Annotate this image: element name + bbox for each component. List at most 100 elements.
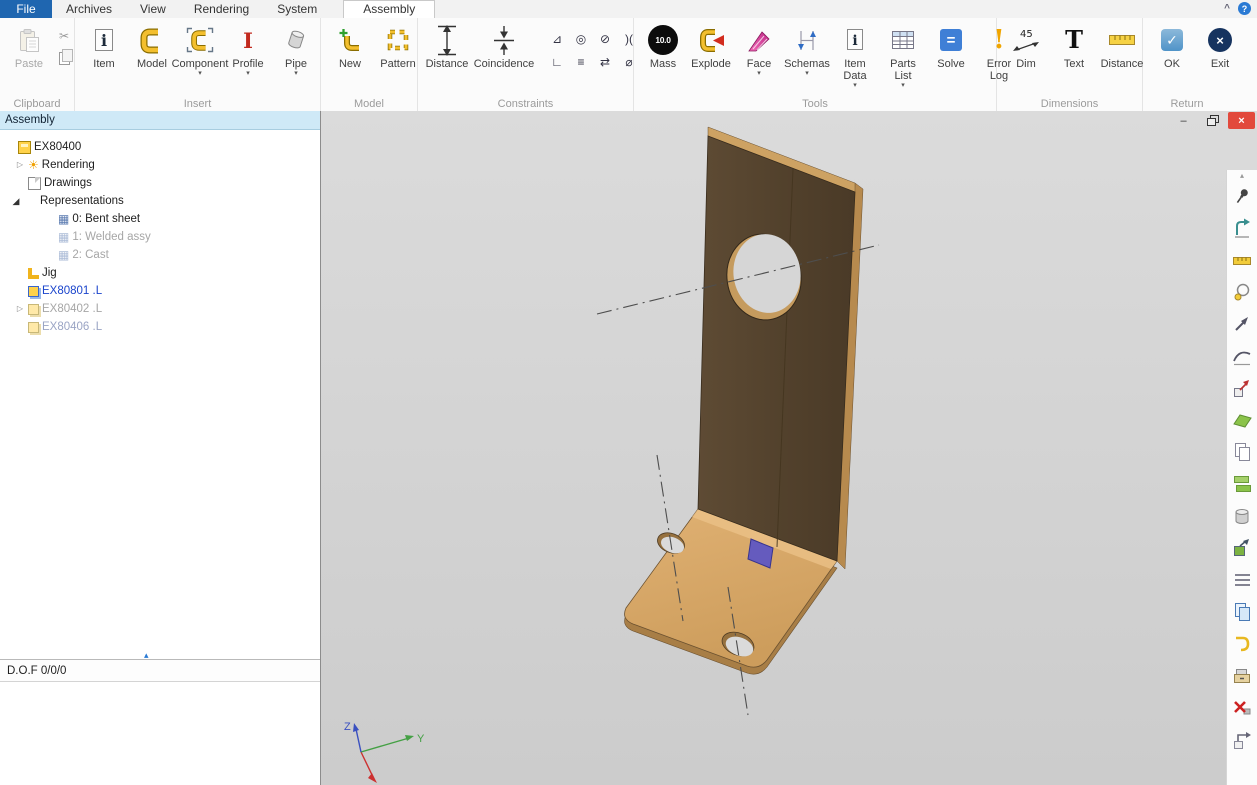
collapse-ribbon-icon[interactable]: ^ (1224, 2, 1230, 15)
expander-collapsed-icon[interactable]: ▷ (14, 156, 26, 174)
dropdown-arrow-icon[interactable]: ▾ (294, 70, 298, 77)
concentric-constraint-button[interactable]: ◎ (569, 27, 593, 50)
model-button[interactable]: Model (128, 21, 176, 70)
route-export-button[interactable] (1229, 728, 1255, 752)
bracket-vertical-face[interactable] (698, 136, 855, 561)
flip-direction-button[interactable] (1229, 216, 1255, 240)
tree-item-representations[interactable]: ◢ Representations (0, 192, 320, 210)
group-name-tools: Tools (634, 98, 996, 110)
tangent-curve-button[interactable] (1229, 344, 1255, 368)
close-button[interactable]: × (1228, 112, 1255, 129)
dropdown-arrow-icon[interactable]: ▾ (901, 82, 905, 89)
reverse-constraint-button[interactable]: ⇄ (593, 50, 617, 73)
pattern-button[interactable]: Pattern (374, 21, 422, 70)
copy-button[interactable] (55, 49, 73, 67)
help-icon[interactable]: ? (1238, 2, 1251, 15)
component-button[interactable]: Component ▾ (176, 21, 224, 77)
minimize-button[interactable]: – (1170, 112, 1197, 129)
tree-item-label[interactable]: Jig (42, 267, 57, 279)
parts-list-button[interactable]: Parts List ▾ (879, 21, 927, 89)
layers-button[interactable] (1229, 472, 1255, 496)
export-box-button[interactable] (1229, 536, 1255, 560)
tab-archives[interactable]: Archives (52, 0, 126, 18)
tab-view[interactable]: View (126, 0, 180, 18)
list-tool-button[interactable] (1229, 568, 1255, 592)
move-arrow-button[interactable] (1229, 312, 1255, 336)
tab-rendering[interactable]: Rendering (180, 0, 263, 18)
parallel-constraint-button[interactable]: ≡ (569, 50, 593, 73)
viewport[interactable]: Z Y – × ▴ (321, 111, 1257, 785)
exit-button[interactable]: × Exit (1196, 21, 1244, 70)
profile-label: Profile (232, 58, 263, 70)
tree-item-rep-welded[interactable]: ▦ 1: Welded assy (0, 228, 320, 246)
plane-tool-button[interactable] (1229, 408, 1255, 432)
tree-item-ex80406[interactable]: EX80406 .L (0, 318, 320, 336)
tree-item-label[interactable]: Representations (40, 195, 124, 207)
sheets-button[interactable] (1229, 440, 1255, 464)
tree-item-rep-cast[interactable]: ▦ 2: Cast (0, 246, 320, 264)
item-data-button[interactable]: i Item Data ▾ (831, 21, 879, 89)
tree-item-label[interactable]: EX80400 (34, 141, 81, 153)
panel-collapse-icon[interactable]: ▴ (144, 650, 149, 661)
tree-item-jig[interactable]: Jig (0, 264, 320, 282)
dropdown-arrow-icon[interactable]: ▾ (805, 70, 809, 77)
expander-expanded-icon[interactable]: ◢ (10, 192, 22, 210)
documents-button[interactable] (1229, 600, 1255, 624)
tree-item-label[interactable]: Drawings (44, 177, 92, 189)
face-button[interactable]: Face ▾ (735, 21, 783, 77)
coincidence-button[interactable]: Coincidence (471, 21, 537, 70)
tree-item-ex80801[interactable]: EX80801 .L (0, 282, 320, 300)
tab-file[interactable]: File (0, 0, 52, 18)
dropdown-arrow-icon[interactable]: ▾ (246, 70, 250, 77)
schemas-button[interactable]: Schemas ▾ (783, 21, 831, 77)
tree-item-ex80402[interactable]: ▷ EX80402 .L (0, 300, 320, 318)
tree-item-label[interactable]: Rendering (42, 159, 95, 171)
delete-tool-button[interactable] (1229, 696, 1255, 720)
ruler-tool-button[interactable] (1229, 248, 1255, 272)
new-button[interactable]: New (326, 21, 374, 70)
tree-item-root[interactable]: EX80400 (0, 138, 320, 156)
expander-collapsed-icon[interactable]: ▷ (14, 300, 26, 318)
frame-edit-button[interactable] (1229, 376, 1255, 400)
viewport-3d[interactable]: Z Y (321, 111, 1257, 785)
dim-button[interactable]: 45 Dim (1002, 21, 1050, 70)
strip-scroll-up-icon[interactable]: ▴ (1240, 171, 1244, 180)
explode-icon (697, 22, 725, 58)
mass-button[interactable]: 10.0 Mass (639, 21, 687, 70)
snap-circle-button[interactable] (1229, 280, 1255, 304)
tree-item-label[interactable]: EX80402 .L (42, 303, 102, 315)
tree-item-label[interactable]: 1: Welded assy (72, 231, 150, 243)
solve-button[interactable]: = Solve (927, 21, 975, 70)
cut-button[interactable]: ✂ (55, 27, 73, 45)
tab-assembly[interactable]: Assembly (343, 0, 435, 18)
tree-item-rep-bent-sheet[interactable]: ▦ 0: Bent sheet (0, 210, 320, 228)
dropdown-arrow-icon[interactable]: ▾ (757, 70, 761, 77)
perpendicular-constraint-button[interactable]: ∟ (545, 50, 569, 73)
drawer-button[interactable] (1229, 664, 1255, 688)
ok-button[interactable]: ✓ OK (1148, 21, 1196, 70)
item-button[interactable]: i Item (80, 21, 128, 70)
pipe-button[interactable]: Pipe ▾ (272, 21, 320, 77)
distance-constraint-button[interactable]: Distance (423, 21, 471, 70)
distance-dimension-button[interactable]: Distance (1098, 21, 1146, 70)
tree-item-label[interactable]: EX80801 .L (42, 285, 102, 297)
text-button[interactable]: T Text (1050, 21, 1098, 70)
tree-item-drawings[interactable]: Drawings (0, 174, 320, 192)
angle-constraint-button[interactable]: ⊿ (545, 27, 569, 50)
tab-system[interactable]: System (263, 0, 331, 18)
dropdown-arrow-icon[interactable]: ▾ (198, 70, 202, 77)
profile-button[interactable]: I Profile ▾ (224, 21, 272, 77)
tree-item-label[interactable]: 0: Bent sheet (72, 213, 140, 225)
dropdown-arrow-icon[interactable]: ▾ (853, 82, 857, 89)
tree-item-label[interactable]: EX80406 .L (42, 321, 102, 333)
paste-button[interactable]: Paste (5, 21, 53, 70)
pin-button[interactable] (1229, 184, 1255, 208)
tree-item-label[interactable]: 2: Cast (72, 249, 108, 261)
restore-button[interactable] (1199, 112, 1226, 129)
hook-curve-button[interactable] (1229, 632, 1255, 656)
tree-item-rendering[interactable]: ▷ ☀ Rendering (0, 156, 320, 174)
tangent-curve-icon (1231, 345, 1253, 367)
explode-button[interactable]: Explode (687, 21, 735, 70)
cylinder-tool-button[interactable] (1229, 504, 1255, 528)
tangent-constraint-button[interactable]: ⊘ (593, 27, 617, 50)
